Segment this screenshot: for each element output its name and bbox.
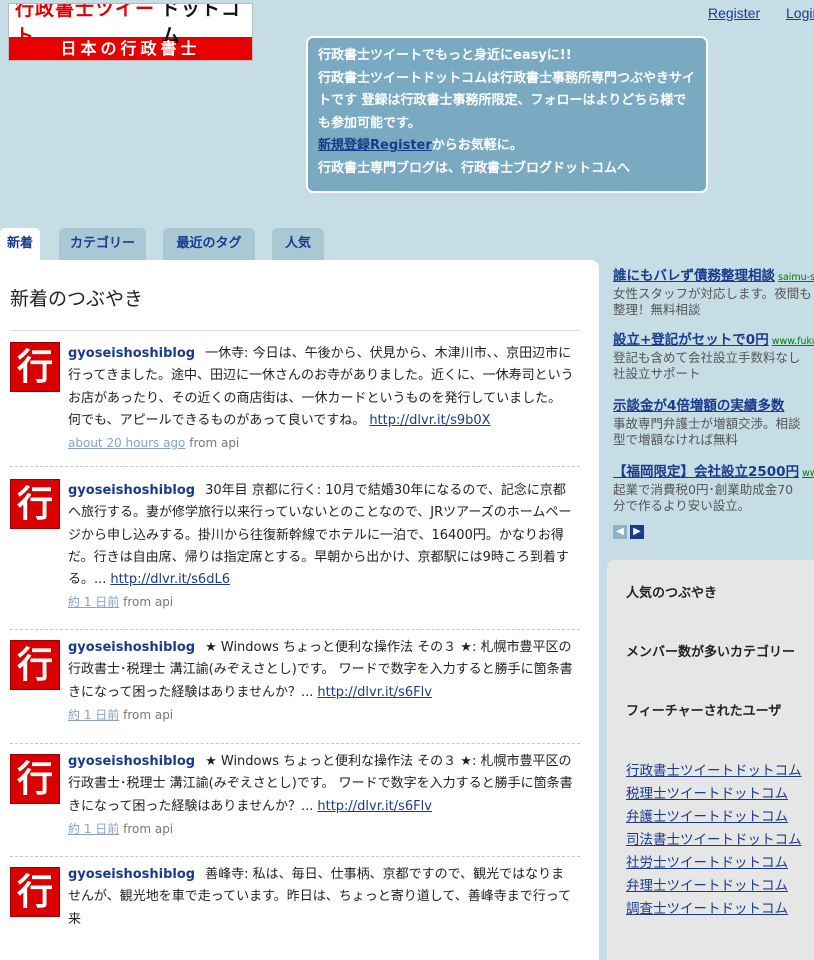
ad-description: 事故専門弁護士が増額交渉。相談 — [613, 416, 801, 431]
info-register-link[interactable]: 新規登録Register — [318, 138, 432, 153]
tweet-time[interactable]: about 20 hours ago — [68, 436, 185, 450]
ad-description: 社設立サポート — [613, 366, 701, 381]
avatar[interactable]: 行 — [10, 479, 60, 529]
title-divider — [10, 330, 580, 331]
avatar[interactable]: 行 — [10, 867, 60, 917]
tweet-divider — [10, 743, 580, 744]
sidebar-heading-popular[interactable]: 人気のつぶやき — [626, 582, 717, 601]
ad-description: 分で作るより安い設立。 — [613, 498, 751, 513]
login-link[interactable]: Login — [786, 5, 814, 21]
tab-popular[interactable]: 人気 — [272, 228, 324, 260]
tweet-meta: about 20 hours ago from api — [68, 432, 574, 454]
tweet-time[interactable]: 約 1 日前 — [68, 822, 119, 836]
tweet-time[interactable]: 約 1 日前 — [68, 595, 119, 609]
info-line-1: 行政書士ツイートでもっと身近にeasyに!! — [318, 48, 572, 63]
logo-title: 行政書士ツイート ドットコム — [9, 4, 252, 47]
ad-description: 整理！無料相談 — [613, 302, 701, 317]
avatar[interactable]: 行 — [10, 754, 60, 804]
ad-title[interactable]: 設立+登記がセットで0円 — [613, 332, 769, 348]
ad-item[interactable]: 誰にもバレず債務整理相談 saimu-s 女性スタッフが対応します。夜間も 整理！… — [613, 268, 814, 318]
sidebar-link[interactable]: 行政書士ツイートドットコム — [626, 759, 802, 779]
ad-description: 女性スタッフが対応します。夜間も — [613, 286, 812, 301]
tweet-body: gyoseishoshiblog ★ Windows ちょっと便利な操作法 その３… — [68, 637, 574, 726]
ad-description: 型で増額なければ無料 — [613, 432, 739, 447]
tweet-source: from api — [123, 707, 174, 722]
tweet-username[interactable]: gyoseishoshiblog — [68, 346, 195, 361]
tweet-username[interactable]: gyoseishoshiblog — [68, 867, 195, 882]
ad-description: 起業で消費税0円･創業助成金70 — [613, 482, 794, 497]
ad-item[interactable]: 示談金が4倍増額の実績多数 事故専門弁護士が増額交渉。相談 型で増額なければ無料 — [613, 398, 814, 448]
ad-title[interactable]: 示談金が4倍増額の実績多数 — [613, 398, 784, 414]
ad-description: 登記も含めて会社設立手数料なし — [613, 350, 801, 365]
ad-url[interactable]: www.fukuc — [772, 336, 814, 347]
info-line-2: 行政書士ツイートドットコムは行政書士事務所専門つぶやきサイトです 登録は行政書士… — [318, 70, 696, 131]
tweet-divider — [10, 856, 580, 857]
main-panel: 新着のつぶやき 行 gyoseishoshiblog 一休寺: 今日は、午後から、… — [0, 260, 599, 960]
info-box: 行政書士ツイートでもっと身近にeasyに!! 行政書士ツイートドットコムは行政書… — [306, 36, 708, 193]
tweet-source: from api — [123, 595, 174, 610]
avatar[interactable]: 行 — [10, 342, 60, 392]
ad-title[interactable]: 【福岡限定】会社設立2500円 — [613, 464, 799, 480]
tweet-time[interactable]: 約 1 日前 — [68, 708, 119, 722]
sidebar-heading-categories[interactable]: メンバー数が多いカテゴリー — [626, 641, 795, 660]
page-title: 新着のつぶやき — [10, 288, 144, 310]
tweet-link[interactable]: http://dlvr.it/s9b0X — [369, 413, 490, 428]
ad-panel: 誰にもバレず債務整理相談 saimu-s 女性スタッフが対応します。夜間も 整理！… — [608, 262, 814, 547]
tweet-body: gyoseishoshiblog 30年目 京都に行く: 10月で結婚30年になる… — [68, 480, 574, 614]
tweet-body: gyoseishoshiblog 善峰寺: 私は、毎日、仕事柄、京都ですので、観光… — [68, 864, 574, 931]
tweet-meta: 約 1 日前 from api — [68, 591, 574, 613]
tweet-link[interactable]: http://dlvr.it/s6dL6 — [110, 572, 230, 587]
tweet-link[interactable]: http://dlvr.it/s6Flv — [317, 799, 432, 814]
info-line-register: 新規登録Registerからお気軽に。 — [318, 135, 698, 158]
tab-category[interactable]: カテゴリー — [59, 228, 146, 260]
ad-title[interactable]: 誰にもバレず債務整理相談 — [613, 268, 775, 284]
ad-url[interactable]: www. — [802, 468, 814, 479]
sidebar-heading-featured[interactable]: フィーチャーされたユーザ — [626, 700, 781, 719]
sidebar-link[interactable]: 調査士ツイートドットコム — [626, 897, 788, 917]
sidebar-link[interactable]: 司法書士ツイートドットコム — [626, 828, 802, 848]
tweet-meta: 約 1 日前 from api — [68, 818, 574, 840]
sidebar-link[interactable]: 弁護士ツイートドットコム — [626, 805, 788, 825]
sidebar: 人気のつぶやき メンバー数が多いカテゴリー フィーチャーされたユーザ 行政書士ツ… — [607, 560, 814, 960]
avatar[interactable]: 行 — [10, 640, 60, 690]
ad-item[interactable]: 【福岡限定】会社設立2500円www. 起業で消費税0円･創業助成金70 分で作… — [613, 464, 814, 514]
chevron-left-icon[interactable]: ◀ — [613, 525, 627, 539]
sidebar-link[interactable]: 弁理士ツイートドットコム — [626, 874, 788, 894]
chevron-right-icon[interactable]: ▶ — [630, 525, 644, 539]
tweet-body: gyoseishoshiblog 一休寺: 今日は、午後から、伏見から、木津川市、… — [68, 343, 574, 454]
tweet-link[interactable]: http://dlvr.it/s6Flv — [317, 685, 432, 700]
tweet-divider — [10, 466, 580, 467]
site-logo[interactable]: 行政書士ツイート ドットコム 日本の行政書士 — [8, 3, 253, 61]
ad-url[interactable]: saimu-s — [778, 272, 814, 283]
sidebar-link[interactable]: 社労士ツイートドットコム — [626, 851, 788, 871]
tweet-username[interactable]: gyoseishoshiblog — [68, 754, 195, 769]
tweet-source: from api — [189, 436, 240, 451]
tweet-username[interactable]: gyoseishoshiblog — [68, 640, 195, 655]
sidebar-link[interactable]: 税理士ツイートドットコム — [626, 782, 788, 802]
ad-item[interactable]: 設立+登記がセットで0円www.fukuc 登記も含めて会社設立手数料なし 社設… — [613, 332, 814, 382]
tweet-source: from api — [123, 821, 174, 836]
register-link[interactable]: Register — [708, 5, 760, 21]
tweet-body: gyoseishoshiblog ★ Windows ちょっと便利な操作法 その３… — [68, 751, 574, 840]
tab-new[interactable]: 新着 — [0, 228, 40, 260]
info-line-blog[interactable]: 行政書士専門ブログは、行政書士ブログドットコムへ — [318, 158, 698, 181]
tweet-meta: 約 1 日前 from api — [68, 704, 574, 726]
tweet-username[interactable]: gyoseishoshiblog — [68, 483, 195, 498]
tweet-divider — [10, 629, 580, 630]
info-register-suffix: からお気軽に。 — [431, 138, 523, 154]
tab-recent-tags[interactable]: 最近のタグ — [163, 228, 255, 260]
